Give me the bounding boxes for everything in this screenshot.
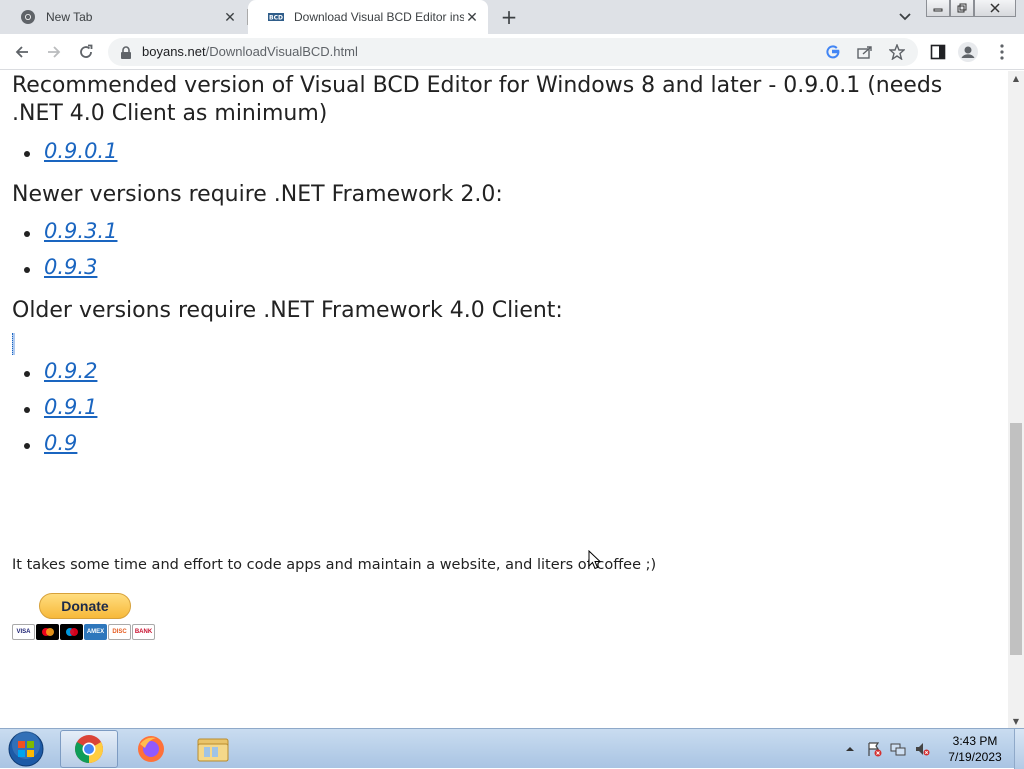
- taskbar: 3:43 PM 7/19/2023: [0, 728, 1024, 769]
- download-link-0-9-2[interactable]: 0.9.2: [44, 359, 97, 383]
- taskbar-explorer[interactable]: [184, 730, 242, 768]
- side-panel-icon[interactable]: [928, 42, 948, 62]
- list-item: 0.9.2: [12, 356, 97, 392]
- list-item: 0.9.0.1: [12, 136, 117, 172]
- chrome-icon: [75, 735, 103, 763]
- vertical-scrollbar[interactable]: ▲ ▼: [1008, 71, 1024, 728]
- mouse-pointer-icon: [588, 549, 602, 570]
- discover-card-icon: DISC: [108, 624, 131, 640]
- payment-cards: VISA AMEX DISC BANK: [12, 624, 155, 640]
- network-icon[interactable]: [889, 740, 907, 758]
- tab-download-visual-bcd[interactable]: BCD Download Visual BCD Editor inst ✕: [248, 0, 488, 34]
- forward-arrow-icon: [48, 46, 61, 58]
- bookmark-star-icon[interactable]: [888, 43, 906, 61]
- url-text: boyans.net/DownloadVisualBCD.html: [142, 44, 358, 59]
- back-button[interactable]: [10, 40, 34, 64]
- menu-kebab-icon[interactable]: [992, 42, 1012, 62]
- list-item: 0.9.3: [12, 252, 117, 288]
- profile-avatar-icon[interactable]: [958, 42, 978, 62]
- list-item: 0.9: [12, 428, 97, 464]
- mastercard-icon: [36, 624, 59, 640]
- scroll-up-arrow-icon[interactable]: ▲: [1008, 71, 1024, 85]
- maestro-card-icon: [60, 624, 83, 640]
- newer-list: 0.9.3.1 0.9.3: [12, 216, 117, 288]
- restore-button[interactable]: [950, 0, 974, 17]
- action-center-flag-icon[interactable]: [865, 740, 883, 758]
- browser-toolbar: boyans.net/DownloadVisualBCD.html: [0, 34, 1024, 70]
- download-link-0-9-0-1[interactable]: 0.9.0.1: [44, 139, 117, 163]
- share-icon[interactable]: [856, 43, 874, 61]
- older-list: 0.9.2 0.9.1 0.9: [12, 356, 97, 464]
- bank-card-icon: BANK: [132, 624, 155, 640]
- clock-date: 7/19/2023: [948, 750, 1002, 764]
- close-icon[interactable]: ✕: [464, 9, 480, 25]
- windows-logo-icon: [8, 731, 44, 767]
- url-path: /DownloadVisualBCD.html: [205, 44, 358, 59]
- taskbar-chrome[interactable]: [60, 730, 118, 768]
- window-close-button[interactable]: [974, 0, 1016, 17]
- address-bar[interactable]: boyans.net/DownloadVisualBCD.html: [108, 38, 918, 66]
- recommended-list: 0.9.0.1: [12, 136, 117, 172]
- minimize-button[interactable]: [926, 0, 950, 17]
- older-versions-heading: Older versions require .NET Framework 4.…: [12, 298, 563, 323]
- tab-title: Download Visual BCD Editor inst: [294, 10, 464, 24]
- recommended-heading: Recommended version of Visual BCD Editor…: [12, 73, 943, 126]
- reload-icon: [80, 44, 93, 58]
- google-icon[interactable]: [824, 43, 842, 61]
- taskbar-clock[interactable]: 3:43 PM 7/19/2023: [940, 733, 1010, 765]
- back-arrow-icon: [15, 46, 28, 58]
- window-controls: [926, 0, 1016, 18]
- clock-time: 3:43 PM: [952, 734, 998, 748]
- close-icon[interactable]: ✕: [222, 9, 238, 25]
- list-item: 0.9.1: [12, 392, 97, 428]
- svg-text:BCD: BCD: [269, 15, 283, 22]
- system-tray: 3:43 PM 7/19/2023: [838, 729, 1024, 769]
- folder-icon: [197, 738, 229, 762]
- download-link-0-9-1[interactable]: 0.9.1: [44, 395, 97, 419]
- download-link-0-9[interactable]: 0.9: [44, 431, 77, 455]
- amex-card-icon: AMEX: [84, 624, 107, 640]
- support-text: It takes some time and effort to code ap…: [12, 557, 657, 573]
- download-link-0-9-3-1[interactable]: 0.9.3.1: [44, 219, 117, 243]
- reload-button[interactable]: [74, 40, 98, 64]
- start-button[interactable]: [6, 730, 46, 768]
- text-caret: [12, 333, 15, 355]
- show-hidden-icons-icon[interactable]: [841, 740, 859, 758]
- download-link-0-9-3[interactable]: 0.9.3: [44, 255, 97, 279]
- list-item: 0.9.3.1: [12, 216, 117, 252]
- donate-button[interactable]: Donate: [39, 593, 131, 619]
- visa-card-icon: VISA: [12, 624, 35, 640]
- firefox-icon: [138, 736, 164, 762]
- new-tab-button[interactable]: +: [498, 5, 520, 29]
- forward-button[interactable]: [42, 40, 66, 64]
- show-desktop-button[interactable]: [1014, 729, 1024, 769]
- chevron-down-icon[interactable]: [896, 8, 914, 26]
- tab-strip: New Tab ✕ BCD Download Visual BCD Editor…: [0, 0, 1024, 34]
- page-viewport: Recommended version of Visual BCD Editor…: [0, 71, 1008, 728]
- volume-muted-icon[interactable]: [913, 740, 931, 758]
- newer-versions-heading: Newer versions require .NET Framework 2.…: [12, 182, 503, 207]
- scroll-down-arrow-icon[interactable]: ▼: [1008, 714, 1024, 728]
- tab-new-tab[interactable]: New Tab ✕: [0, 0, 246, 34]
- scrollbar-thumb[interactable]: [1010, 423, 1022, 655]
- site-favicon-icon: BCD: [268, 9, 284, 25]
- chrome-icon: [20, 9, 36, 25]
- taskbar-firefox[interactable]: [122, 730, 180, 768]
- url-host: boyans.net: [142, 44, 206, 59]
- lock-icon[interactable]: [120, 45, 134, 59]
- tab-title: New Tab: [46, 10, 93, 24]
